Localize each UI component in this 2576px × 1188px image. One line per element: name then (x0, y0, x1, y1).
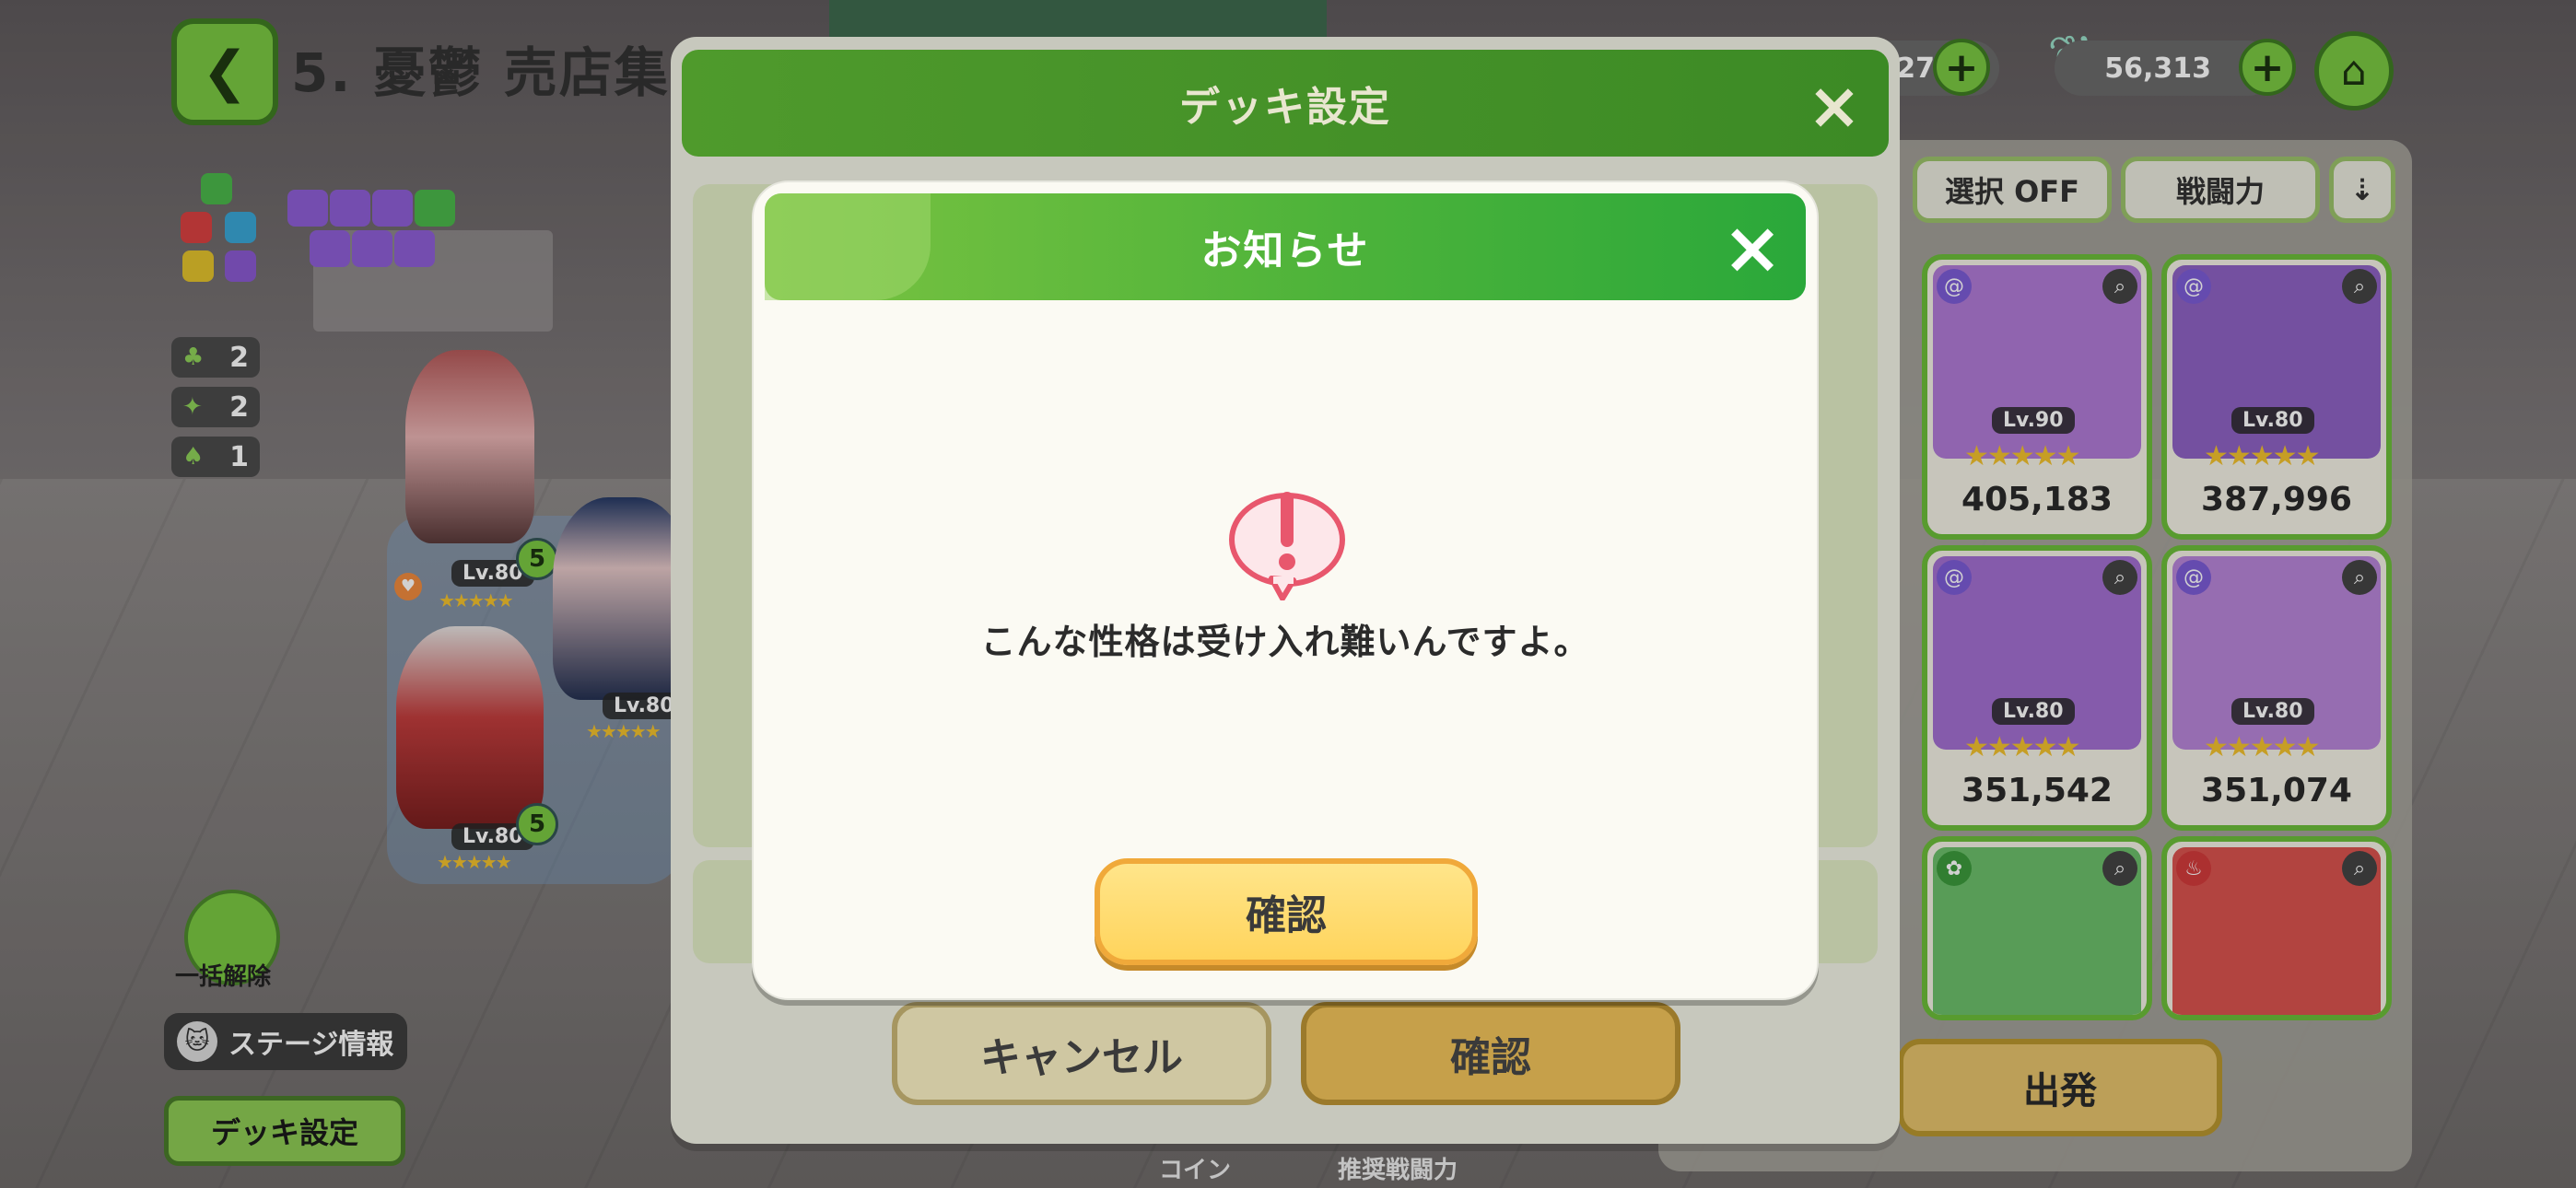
header-decoration (765, 193, 931, 300)
deck-cancel-button[interactable]: キャンセル (892, 1002, 1271, 1105)
deck-settings-header: デッキ設定 (682, 50, 1889, 157)
notice-confirm-button[interactable]: 確認 (1095, 858, 1478, 965)
deck-confirm-button[interactable]: 確認 (1301, 1002, 1680, 1105)
exclamation-speech-bubble-icon (1229, 492, 1345, 600)
notice-title: お知らせ (1200, 227, 1370, 274)
deck-settings-title: デッキ設定 (1179, 84, 1391, 131)
deck-close-icon[interactable]: × (1804, 74, 1865, 138)
notice-message: こんな性格は受け入れ難いんですよ。 (980, 622, 1590, 662)
notice-close-icon[interactable]: × (1719, 213, 1786, 285)
